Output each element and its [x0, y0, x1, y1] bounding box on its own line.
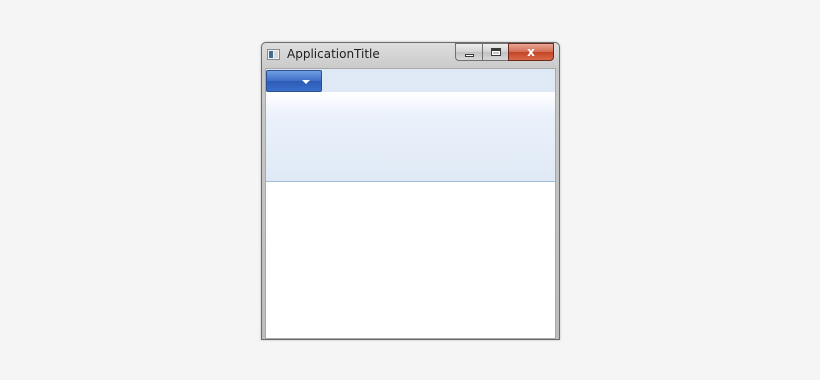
maximize-button[interactable]	[482, 43, 508, 61]
minimize-icon	[465, 54, 474, 57]
client-area	[265, 68, 556, 339]
close-icon: x	[527, 45, 535, 59]
window-title: ApplicationTitle	[287, 47, 380, 61]
chevron-down-icon	[302, 80, 310, 84]
ribbon-panel	[266, 92, 555, 182]
title-bar[interactable]: ApplicationTitle x	[262, 43, 559, 67]
application-menu-button[interactable]	[266, 70, 322, 92]
minimize-button[interactable]	[455, 43, 482, 61]
close-button[interactable]: x	[508, 43, 554, 61]
application-window: ApplicationTitle x	[261, 42, 560, 340]
app-icon[interactable]	[267, 49, 280, 60]
maximize-icon	[491, 48, 501, 56]
caption-buttons: x	[455, 43, 554, 62]
ribbon-tab-bar	[266, 69, 555, 92]
